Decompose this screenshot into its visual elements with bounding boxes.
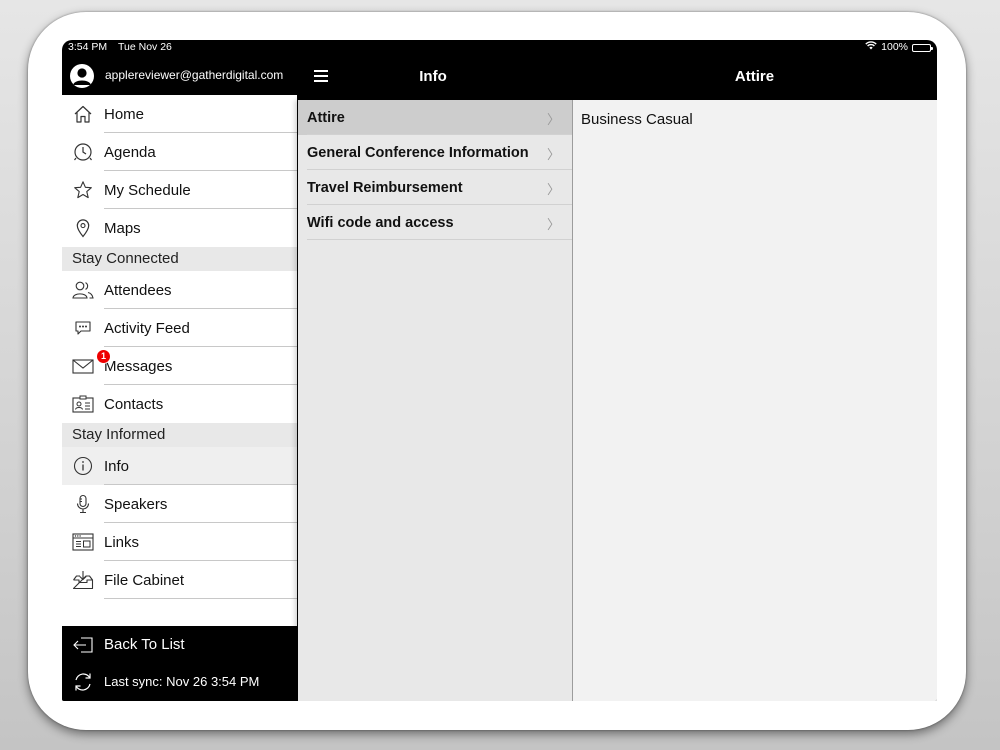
- info-icon: [72, 455, 94, 477]
- chevron-right-icon: 〉: [546, 112, 560, 127]
- sidebar-item-maps[interactable]: Maps: [62, 209, 297, 247]
- frame-notch: [826, 726, 896, 730]
- refresh-icon: [72, 671, 94, 693]
- last-sync-label: Last sync: Nov 26 3:54 PM: [104, 674, 260, 689]
- sidebar-item-contacts[interactable]: Contacts: [62, 385, 297, 423]
- battery-percent: 100%: [881, 41, 908, 53]
- status-date: Tue Nov 26: [118, 41, 172, 53]
- detail-pane: Business Casual: [573, 100, 937, 701]
- microphone-icon: [72, 493, 94, 515]
- info-row-general-conference[interactable]: General Conference Information 〉: [298, 135, 572, 170]
- sidebar-item-home[interactable]: Home: [62, 95, 297, 133]
- section-header-stay-informed: Stay Informed: [62, 423, 297, 447]
- info-row-wifi-code[interactable]: Wifi code and access 〉: [298, 205, 572, 240]
- sidebar-item-file-cabinet[interactable]: File Cabinet: [62, 561, 297, 599]
- sidebar-footer: Back To List Last sync: Nov 26 3:54 PM: [62, 626, 298, 701]
- people-icon: [72, 279, 94, 301]
- envelope-icon: 1: [72, 349, 111, 377]
- back-arrow-icon: [72, 634, 94, 656]
- chat-bubble-icon: [72, 317, 94, 339]
- home-icon: [72, 103, 94, 125]
- sync-button[interactable]: Last sync: Nov 26 3:54 PM: [62, 663, 298, 700]
- status-indicators: 100%: [865, 40, 933, 55]
- sidebar-item-info[interactable]: Info: [62, 447, 297, 485]
- chevron-right-icon: 〉: [546, 217, 560, 232]
- unread-badge: 1: [96, 349, 111, 364]
- navigation-bar: applereviewer@gatherdigital.com Info Att…: [62, 55, 937, 100]
- chevron-right-icon: 〉: [546, 147, 560, 162]
- battery-icon: [912, 43, 933, 52]
- detail-content: Business Casual: [581, 111, 693, 128]
- section-header-stay-connected: Stay Connected: [62, 247, 297, 271]
- wifi-icon: [865, 40, 877, 55]
- tray-download-icon: [72, 569, 94, 591]
- sidebar-item-messages[interactable]: 1 Messages: [62, 347, 297, 385]
- sidebar-item-agenda[interactable]: Agenda: [62, 133, 297, 171]
- sidebar-item-attendees[interactable]: Attendees: [62, 271, 297, 309]
- contact-card-icon: [72, 393, 94, 415]
- info-row-attire[interactable]: Attire 〉: [298, 100, 572, 135]
- clock-icon: [72, 141, 94, 163]
- list-title: Info: [419, 68, 447, 85]
- sidebar-item-links[interactable]: Links: [62, 523, 297, 561]
- sidebar: Home Agenda My Schedule Maps Stay Connec…: [62, 95, 297, 701]
- chevron-right-icon: 〉: [546, 182, 560, 197]
- info-row-travel-reimbursement[interactable]: Travel Reimbursement 〉: [298, 170, 572, 205]
- star-icon: [72, 179, 94, 201]
- sidebar-item-my-schedule[interactable]: My Schedule: [62, 171, 297, 209]
- map-pin-icon: [72, 217, 94, 239]
- detail-title: Attire: [734, 68, 775, 85]
- sidebar-item-speakers[interactable]: Speakers: [62, 485, 297, 523]
- user-icon: [73, 68, 91, 85]
- sidebar-item-activity-feed[interactable]: Activity Feed: [62, 309, 297, 347]
- back-to-list-button[interactable]: Back To List: [62, 626, 298, 663]
- browser-window-icon: [72, 531, 94, 553]
- status-bar: 3:54 PM Tue Nov 26 100%: [62, 40, 937, 55]
- status-time: 3:54 PM: [68, 41, 108, 53]
- account-email: applereviewer@gatherdigital.com: [105, 68, 284, 82]
- info-list: Attire 〉 General Conference Information …: [298, 100, 572, 701]
- avatar[interactable]: [70, 64, 94, 88]
- app-screen: 3:54 PM Tue Nov 26 100% applereviewer@ga…: [62, 40, 937, 701]
